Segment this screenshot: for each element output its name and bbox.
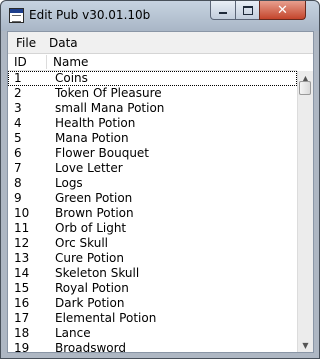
row-id: 8 [14,176,22,190]
row-name: Cure Potion [55,251,124,265]
row-id: 13 [14,251,30,265]
list-row[interactable]: 12 Orc Skull [8,236,297,251]
list-row[interactable]: 6 Flower Bouquet [8,146,297,161]
column-divider[interactable] [46,55,47,69]
row-id: 10 [14,206,30,220]
list-row[interactable]: 19 Broadsword [8,341,297,352]
row-name: Token Of Pleasure [55,86,162,100]
list-header: ID Name [8,54,297,71]
close-button[interactable]: ✕ [259,1,306,20]
list-row[interactable]: 8 Logs [8,176,297,191]
minimize-icon [219,12,227,14]
row-id: 19 [14,341,30,352]
list-row[interactable]: 4 Health Potion [8,116,297,131]
row-id: 6 [14,146,22,160]
row-id: 12 [14,236,30,250]
row-name: Elemental Potion [55,311,157,325]
menu-file[interactable]: File [16,36,36,50]
row-id: 3 [14,101,22,115]
scroll-down-arrow-icon[interactable]: ▼ [298,338,313,352]
column-header-name[interactable]: Name [53,55,88,69]
row-name: Flower Bouquet [55,146,150,160]
list-row[interactable]: 7 Love Letter [8,161,297,176]
row-name: Broadsword [55,341,126,352]
list-row[interactable]: 10 Brown Potion [8,206,297,221]
maximize-icon [242,5,253,15]
list-row[interactable]: 5 Mana Potion [8,131,297,146]
row-name: Logs [55,176,83,190]
row-id: 17 [14,311,30,325]
minimize-button[interactable] [210,1,236,20]
row-name: small Mana Potion [55,101,165,115]
item-list[interactable]: 1 Coins 2 Token Of Pleasure 3 small Mana Poti… [8,71,297,352]
list-row[interactable]: 18 Lance [8,326,297,341]
row-name: Orc Skull [55,236,108,250]
close-icon: ✕ [277,2,288,18]
row-id: 4 [14,116,22,130]
menu-bar: File Data [8,32,313,54]
row-name: Orb of Light [55,221,127,235]
row-name: Love Letter [55,161,123,175]
row-name: Skeleton Skull [55,266,140,280]
maximize-button[interactable] [235,1,260,20]
row-id: 1 [14,71,22,85]
row-name: Lance [55,326,91,340]
scrollbar-thumb[interactable] [299,81,311,95]
row-name: Green Potion [55,191,133,205]
row-id: 9 [14,191,22,205]
row-id: 14 [14,266,30,280]
vertical-scrollbar[interactable]: ▲ ▼ [297,71,313,352]
row-name: Mana Potion [55,131,129,145]
app-window-icon[interactable] [9,8,24,23]
list-row[interactable]: 16 Dark Potion [8,296,297,311]
row-name: Brown Potion [55,206,134,220]
row-name: Dark Potion [55,296,125,310]
row-id: 7 [14,161,22,175]
client-area: File Data ID Name 1 Coins 2 Token Of Pleasu… [7,31,314,353]
title-bar[interactable]: Edit Pub v30.01.10b ✕ [1,1,319,31]
row-id: 5 [14,131,22,145]
row-id: 18 [14,326,30,340]
row-id: 15 [14,281,30,295]
list-row[interactable]: 2 Token Of Pleasure [8,86,297,101]
list-row[interactable]: 14 Skeleton Skull [8,266,297,281]
row-name: Coins [55,71,88,85]
row-id: 16 [14,296,30,310]
list-row[interactable]: 17 Elemental Potion [8,311,297,326]
list-row[interactable]: 15 Royal Potion [8,281,297,296]
list-row[interactable]: 13 Cure Potion [8,251,297,266]
row-name: Health Potion [55,116,136,130]
list-row[interactable]: 1 Coins [8,71,297,86]
list-row[interactable]: 3 small Mana Potion [8,101,297,116]
list-row[interactable]: 11 Orb of Light [8,221,297,236]
row-id: 11 [14,221,30,235]
list-row[interactable]: 9 Green Potion [8,191,297,206]
menu-data[interactable]: Data [49,36,78,50]
app-window: Edit Pub v30.01.10b ✕ File Data ID Name … [0,0,320,359]
window-title: Edit Pub v30.01.10b [29,8,151,22]
column-header-id[interactable]: ID [14,55,27,69]
row-name: Royal Potion [55,281,129,295]
row-id: 2 [14,86,22,100]
